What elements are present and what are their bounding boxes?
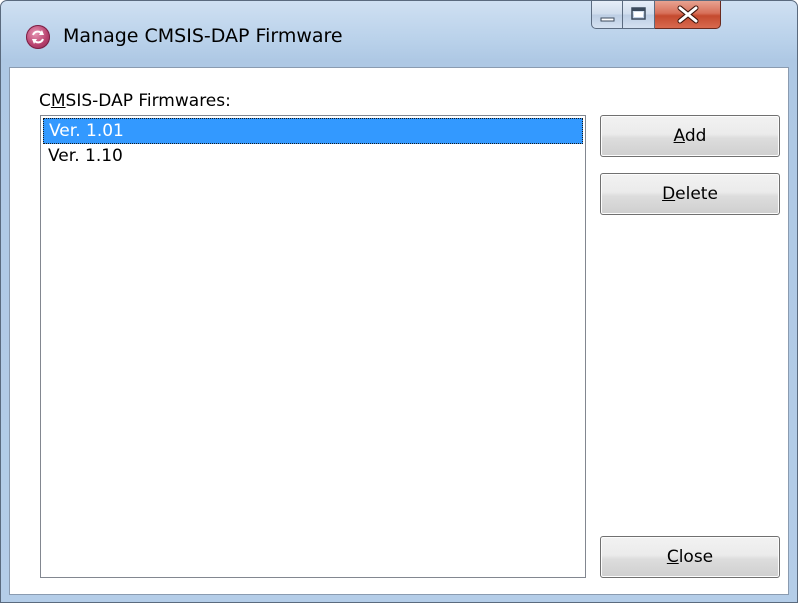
close-button[interactable]: Close — [600, 536, 780, 578]
caption-buttons — [591, 1, 787, 31]
close-icon — [677, 5, 699, 24]
minimize-icon — [600, 17, 615, 22]
delete-button[interactable]: Delete — [600, 173, 780, 215]
firmware-list-label: CMSIS-DAP Firmwares: — [39, 91, 231, 111]
dialog-client-area: CMSIS-DAP Firmwares: Ver. 1.01 Ver. 1.10… — [9, 67, 789, 595]
title-bar[interactable]: Manage CMSIS-DAP Firmware — [1, 1, 797, 67]
list-item[interactable]: Ver. 1.10 — [43, 144, 583, 170]
maximize-icon — [631, 7, 646, 20]
dialog-window: Manage CMSIS-DAP Firmware CMSIS-DAP Firm… — [0, 0, 798, 603]
close-window-button[interactable] — [655, 1, 721, 29]
minimize-button[interactable] — [591, 1, 623, 29]
add-button[interactable]: Add — [600, 115, 780, 157]
window-title: Manage CMSIS-DAP Firmware — [63, 25, 343, 47]
maximize-button[interactable] — [623, 1, 655, 29]
firmware-listbox[interactable]: Ver. 1.01 Ver. 1.10 — [40, 115, 586, 578]
refresh-circle-icon[interactable] — [26, 25, 50, 49]
list-item[interactable]: Ver. 1.01 — [43, 118, 583, 144]
